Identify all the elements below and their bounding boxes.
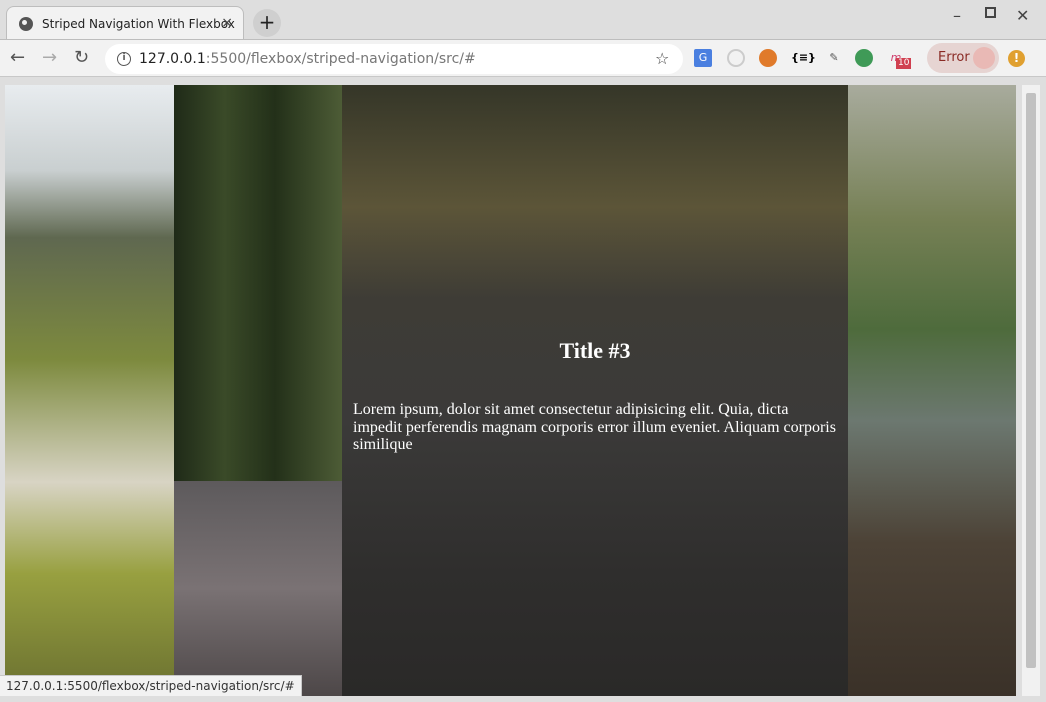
- maximize-icon[interactable]: [985, 7, 996, 18]
- reload-icon[interactable]: ↻: [74, 47, 89, 68]
- tab-bar: Striped Navigation With Flexbox × + – ✕: [0, 0, 1046, 40]
- tab-title: Striped Navigation With Flexbox: [42, 16, 235, 31]
- tab-active[interactable]: Striped Navigation With Flexbox ×: [6, 6, 244, 40]
- profile-error-button[interactable]: Error: [927, 43, 999, 73]
- scrollbar-thumb[interactable]: [1026, 93, 1036, 668]
- toolbar: ← → ↻ i 127.0.0.1:5500/flexbox/striped-n…: [0, 39, 1046, 77]
- green-bubble-extension-icon[interactable]: [855, 49, 873, 67]
- translate-extension-icon[interactable]: G: [694, 49, 712, 67]
- eyedropper-extension-icon[interactable]: ✎: [825, 49, 843, 67]
- stripe-4[interactable]: [848, 85, 1016, 696]
- globe-icon: [19, 16, 33, 31]
- avatar: [973, 47, 995, 69]
- info-icon[interactable]: i: [117, 52, 131, 66]
- tab-close-icon[interactable]: ×: [221, 15, 233, 31]
- stripe-2[interactable]: [174, 85, 342, 696]
- vertical-scrollbar[interactable]: [1022, 85, 1040, 696]
- circle-extension-icon[interactable]: [727, 49, 745, 67]
- address-bar[interactable]: i 127.0.0.1:5500/flexbox/striped-navigat…: [105, 44, 683, 74]
- orange-extension-icon[interactable]: [759, 49, 777, 67]
- bridge-image: [174, 481, 342, 696]
- new-tab-button[interactable]: +: [253, 9, 281, 37]
- warning-icon[interactable]: !: [1008, 50, 1025, 67]
- stripe-title: Title #3: [559, 338, 631, 363]
- m-extension-icon[interactable]: m10: [887, 49, 912, 69]
- browser-window: Striped Navigation With Flexbox × + – ✕ …: [0, 0, 1046, 702]
- json-extension-icon[interactable]: {≡}: [791, 49, 816, 67]
- error-label: Error: [938, 50, 970, 65]
- back-icon[interactable]: ←: [10, 47, 25, 68]
- stripe-1[interactable]: [5, 85, 174, 696]
- stripe-text: Lorem ipsum, dolor sit amet consectetur …: [353, 401, 836, 453]
- extension-badge: 10: [896, 58, 912, 69]
- url-path: :5500/flexbox/striped-navigation/src/#: [205, 51, 476, 67]
- stripe-3-active[interactable]: Title #3 Lorem ipsum, dolor sit amet con…: [342, 85, 848, 696]
- forward-icon[interactable]: →: [42, 47, 57, 68]
- url-host: 127.0.0.1: [139, 51, 206, 67]
- bookmark-star-icon[interactable]: ☆: [655, 49, 669, 68]
- status-bar-url: 127.0.0.1:5500/flexbox/striped-navigatio…: [0, 675, 302, 696]
- close-window-icon[interactable]: ✕: [1016, 6, 1029, 25]
- page-viewport: Title #3 Lorem ipsum, dolor sit amet con…: [5, 85, 1016, 696]
- minimize-icon[interactable]: –: [953, 6, 961, 25]
